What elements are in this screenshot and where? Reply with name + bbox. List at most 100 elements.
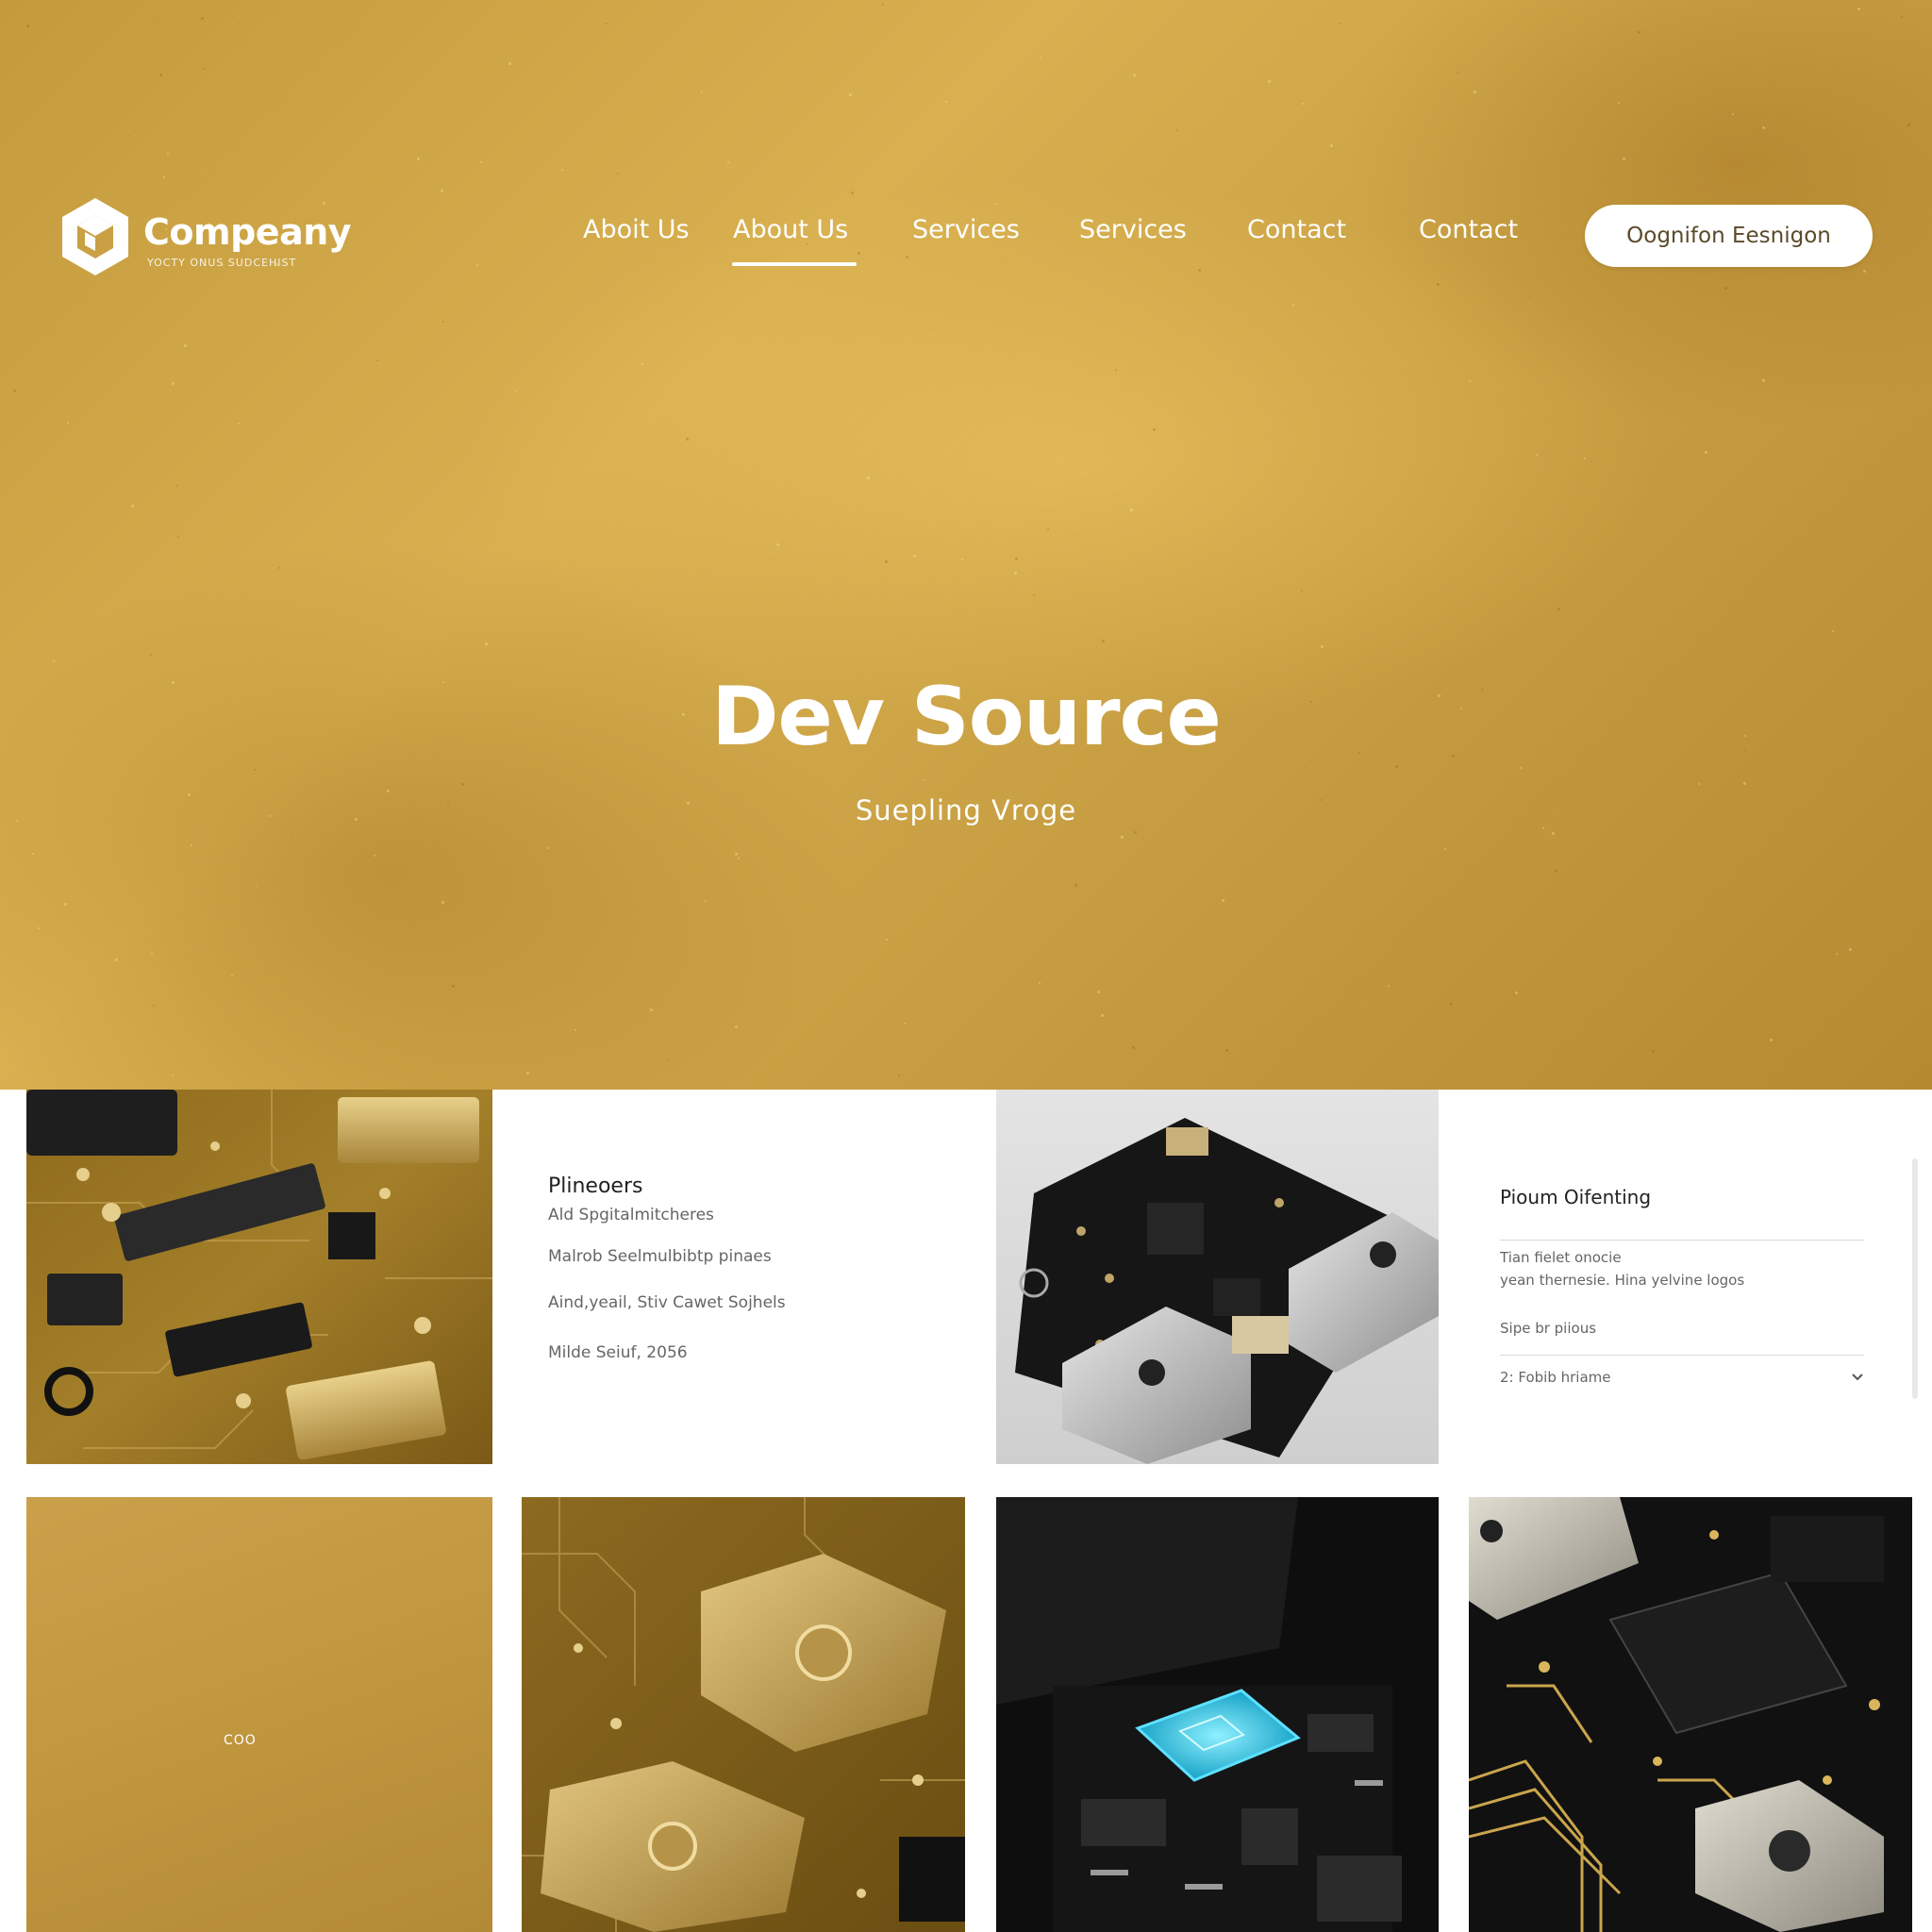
hero-texture-speck	[1074, 884, 1077, 887]
hero-texture-speck	[441, 190, 443, 192]
hero-texture-speck	[239, 16, 240, 17]
hero-texture-speck	[1277, 996, 1278, 997]
hero-texture-speck	[1184, 68, 1185, 69]
feature-card-2-desc-2: yean thernesie. Hina yelvine logos	[1500, 1272, 1745, 1289]
hero-texture-speck	[856, 187, 857, 188]
hero-texture-speck	[153, 1005, 155, 1007]
hero-texture-speck	[1078, 528, 1079, 529]
nav-link-about-1[interactable]: Aboit Us	[583, 215, 690, 244]
hero-texture-speck	[1437, 283, 1440, 286]
hero-texture-speck	[159, 74, 162, 76]
gold-chips-image[interactable]	[522, 1497, 965, 1932]
hero-texture-speck	[177, 536, 179, 538]
hero-texture-speck	[157, 23, 158, 24]
hero-texture-speck	[1115, 369, 1117, 371]
hero-texture-speck	[254, 769, 256, 771]
cyan-chip-board-image[interactable]	[996, 1497, 1439, 1932]
hero-texture-speck	[1366, 1004, 1367, 1005]
hero-texture-speck	[603, 65, 604, 66]
hero-texture-speck	[1536, 454, 1538, 456]
hero-texture-speck	[1137, 3, 1138, 4]
hero-texture-speck	[738, 858, 740, 859]
nav-link-services-1[interactable]: Services	[912, 215, 1020, 244]
hero-texture-speck	[417, 158, 420, 160]
hero-texture-speck	[1836, 953, 1838, 955]
hero-texture-speck	[1743, 782, 1746, 785]
hero-texture-speck	[35, 198, 36, 199]
hero-texture-speck	[867, 476, 870, 479]
hero-texture-speck	[1436, 942, 1437, 943]
hero-texture-speck	[167, 153, 169, 155]
hero-texture-speck	[956, 577, 957, 578]
black-pcb-gold-traces-image[interactable]	[1469, 1497, 1912, 1932]
hero-texture-speck	[906, 256, 908, 258]
hero-texture-speck	[1557, 608, 1560, 610]
hero-texture-speck	[295, 838, 296, 839]
hero-texture-speck	[1619, 1079, 1620, 1080]
hero-texture-speck	[1732, 113, 1734, 115]
hero-texture-speck	[1907, 124, 1910, 126]
logo-wordmark: Compeany	[143, 211, 352, 253]
chevron-down-icon	[1852, 1374, 1863, 1381]
hero-texture-speck	[1222, 899, 1224, 902]
hero-texture-speck	[667, 1059, 669, 1061]
hero-texture-speck	[882, 4, 884, 6]
hero-texture-speck	[1503, 276, 1504, 277]
hero-texture-speck	[1520, 767, 1522, 769]
hero-texture-speck	[776, 543, 779, 546]
hero-texture-speck	[526, 1072, 529, 1074]
black-board-image[interactable]	[996, 1090, 1439, 1464]
gold-pcb-image[interactable]	[26, 1090, 492, 1464]
card-scrollbar[interactable]	[1912, 1158, 1918, 1399]
hero-texture-speck	[32, 853, 34, 855]
hero-texture-speck	[0, 489, 1, 490]
hero-texture-speck	[1101, 1014, 1104, 1017]
hero-texture-speck	[750, 34, 751, 35]
hero-texture-speck	[1457, 72, 1458, 74]
feature-card-1-line-2: Malrob Seelmulbibtp pinaes	[548, 1247, 772, 1266]
hero-texture-speck	[1014, 572, 1017, 575]
hero-texture-speck	[1040, 57, 1041, 58]
hero-texture-speck	[1584, 458, 1586, 459]
hero-texture-speck	[1330, 144, 1333, 147]
feature-card-1-title: Plineoers	[548, 1174, 643, 1198]
nav-link-services-2[interactable]: Services	[1079, 215, 1187, 244]
hero-texture-speck	[905, 316, 906, 317]
hero-texture-speck	[995, 203, 997, 205]
hero-texture-speck	[435, 461, 436, 462]
hero-texture-speck	[1810, 163, 1811, 164]
hero-texture-speck	[735, 1025, 738, 1028]
nav-link-contact-2[interactable]: Contact	[1419, 215, 1518, 244]
hero-texture-speck	[1555, 870, 1557, 873]
hero-texture-speck	[858, 252, 860, 255]
hero-texture-speck	[508, 62, 511, 65]
hero-texture-speck	[1863, 270, 1866, 273]
hero-texture-speck	[231, 974, 233, 976]
hero-texture-speck	[929, 335, 930, 336]
hero-texture-speck	[115, 958, 118, 961]
hero-texture-speck	[1698, 783, 1700, 785]
company-logo[interactable]: Compeany YOCTY ONUS SUDCEHIST	[60, 196, 352, 281]
hero-texture-speck	[234, 353, 235, 354]
hero-texture-speck	[650, 1008, 653, 1011]
hero-texture-speck	[827, 977, 828, 978]
gold-texture-tile[interactable]: COO	[26, 1497, 492, 1932]
hero-texture-speck	[1474, 91, 1476, 93]
hero-texture-speck	[498, 937, 499, 938]
cta-button[interactable]: Oognifon Eesnigon	[1585, 205, 1873, 267]
hero-texture-speck	[923, 779, 924, 781]
nav-link-contact-1[interactable]: Contact	[1247, 215, 1346, 244]
hero-texture-speck	[151, 953, 153, 955]
hero-texture-speck	[886, 939, 888, 941]
hero-texture-speck	[13, 390, 16, 392]
nav-link-about-2[interactable]: About Us	[733, 215, 848, 244]
hero-texture-speck	[1533, 370, 1534, 371]
hero-texture-speck	[1033, 594, 1035, 596]
feature-card-2-select[interactable]: 2: Fobib hriame	[1500, 1363, 1864, 1391]
hero-texture-speck	[538, 529, 539, 530]
hero-texture-speck	[480, 161, 482, 163]
hero-texture-speck	[191, 844, 192, 846]
hero-texture-speck	[1615, 317, 1616, 318]
feature-card-1-line-4: Milde Seiuf, 2056	[548, 1343, 688, 1362]
hero-texture-speck	[1429, 142, 1430, 143]
